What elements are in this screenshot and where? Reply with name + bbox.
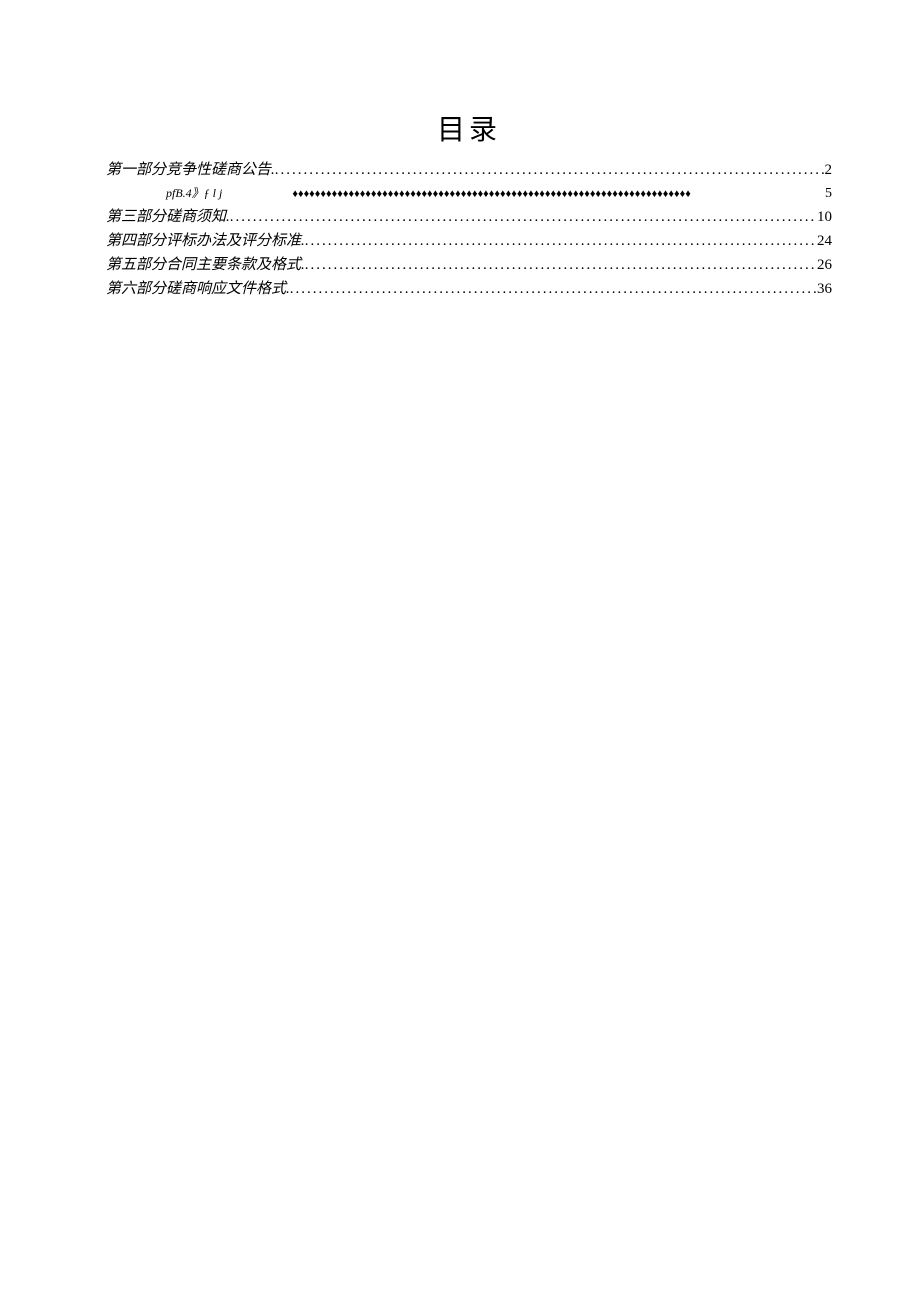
toc-entry-5: 第五部分合同主要条款及格式. .........................… [106,253,832,277]
leader-dots: ........................................… [290,277,817,301]
toc-page-number: 36 [817,277,832,301]
toc-page-number: 24 [817,229,832,253]
toc-entry-1: 第一部分竞争性磋商公告. ...........................… [106,158,832,182]
toc-page-number: 26 [817,253,832,277]
toc-page-number: 2 [825,158,833,182]
leader-dots: ........................................… [230,205,817,229]
toc-page-number: 10 [817,205,832,229]
toc-label: pfB.4》ƒ l j [106,182,222,204]
toc-page-number: 5 [825,183,832,205]
leader-dots: ........................................… [305,229,817,253]
toc-entry-6: 第六部分磋商响应文件格式. ..........................… [106,277,832,301]
toc-entry-2: pfB.4》ƒ l j ♦♦♦♦♦♦♦♦♦♦♦♦♦♦♦♦♦♦♦♦♦♦♦♦♦♦♦♦… [106,182,832,205]
document-page: 目录 第一部分竞争性磋商公告. ........................… [0,0,920,1301]
toc-label: 第一部分竞争性磋商公告. [106,158,275,182]
toc-label: 第三部分磋商须知. [106,205,230,229]
leader-diamonds: ♦♦♦♦♦♦♦♦♦♦♦♦♦♦♦♦♦♦♦♦♦♦♦♦♦♦♦♦♦♦♦♦♦♦♦♦♦♦♦♦… [292,183,825,205]
toc-label: 第五部分合同主要条款及格式. [106,253,305,277]
page-title: 目录 [106,108,832,148]
toc-label: 第六部分磋商响应文件格式. [106,277,290,301]
leader-dots: ........................................… [305,253,817,277]
toc-entry-3: 第三部分磋商须知. ..............................… [106,205,832,229]
leader-dots: ........................................… [275,158,825,182]
toc-entry-4: 第四部分评标办法及评分标准. .........................… [106,229,832,253]
toc-label: 第四部分评标办法及评分标准. [106,229,305,253]
